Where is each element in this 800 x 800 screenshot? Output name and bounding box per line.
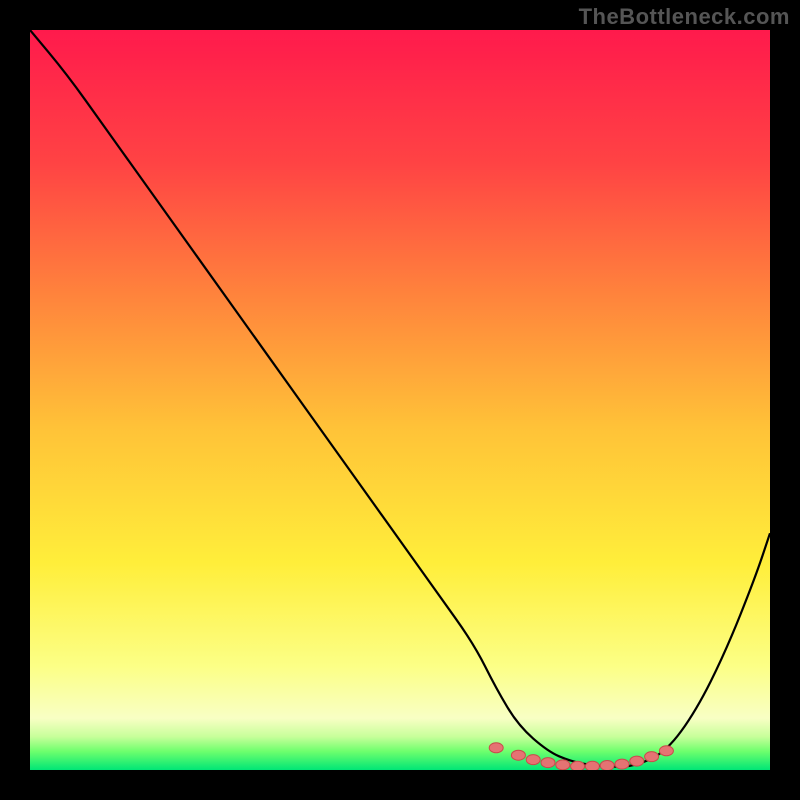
valley-marker: [571, 761, 585, 770]
valley-marker: [489, 743, 503, 753]
valley-marker: [541, 758, 555, 768]
valley-marker: [511, 750, 525, 760]
valley-marker: [645, 752, 659, 762]
valley-marker: [659, 746, 673, 756]
valley-marker: [615, 759, 629, 769]
curve-layer: [30, 30, 770, 770]
valley-marker: [600, 761, 614, 770]
bottleneck-curve: [30, 30, 770, 767]
chart-frame: TheBottleneck.com: [0, 0, 800, 800]
watermark-text: TheBottleneck.com: [579, 4, 790, 30]
plot-area: [30, 30, 770, 770]
valley-marker: [556, 760, 570, 770]
valley-marker: [630, 756, 644, 766]
valley-marker: [526, 755, 540, 765]
valley-marker: [585, 761, 599, 770]
valley-markers: [489, 743, 673, 770]
